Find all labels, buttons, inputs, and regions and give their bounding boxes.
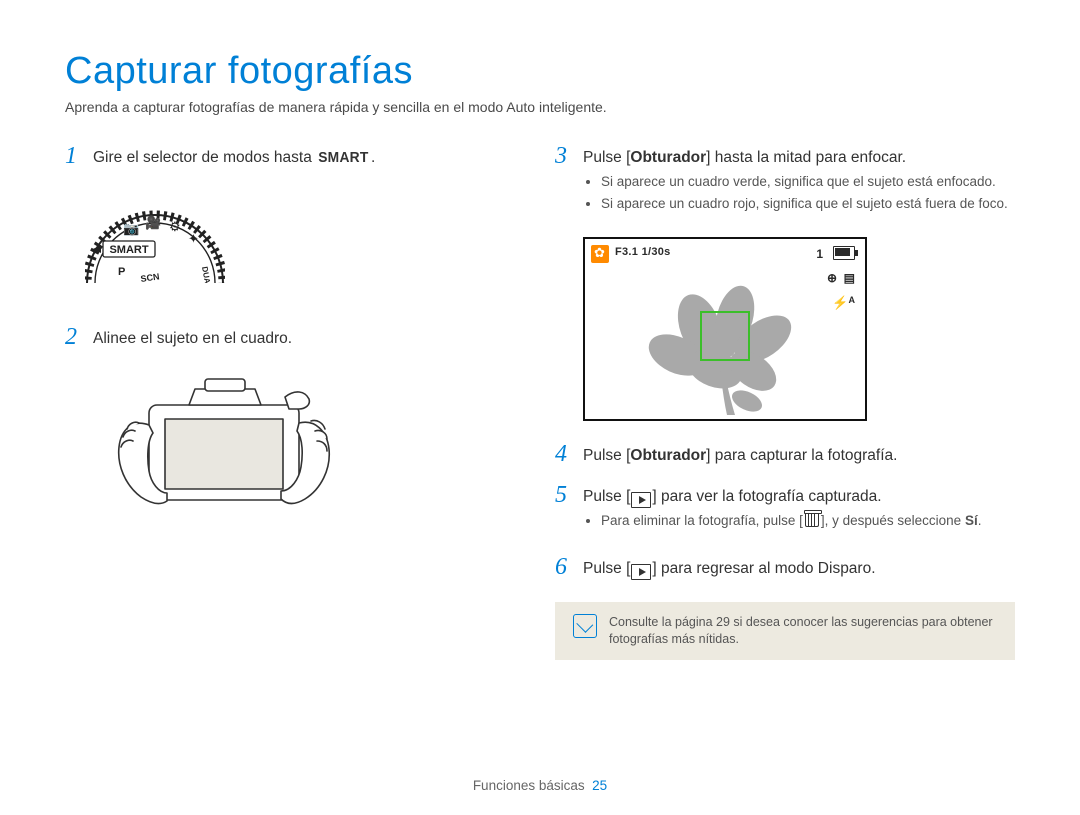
step-number: 3 [555, 143, 573, 223]
step-6: 6 Pulse [ ] para regresar al modo Disparo… [555, 554, 1015, 580]
step-5-pre: Pulse [ [583, 488, 630, 505]
camera-hold-figure [105, 365, 525, 535]
step-text: Alinee el sujeto en el cuadro. [93, 324, 292, 350]
page-title: Capturar fotografías [65, 50, 1015, 93]
step-3-bullet-2: Si aparece un cuadro rojo, significa que… [601, 195, 1008, 213]
lcd-preview-figure: F3.1 1/30s 1 ⊕ ▤ ⚡A [583, 237, 867, 421]
step-1: 1 Gire el selector de modos hasta SMART. [65, 143, 525, 169]
footer-page-number: 25 [592, 778, 607, 793]
step-text: Pulse [Obturador] para capturar la fotog… [583, 441, 897, 467]
step-5: 5 Pulse [ ] para ver la fotografía captur… [555, 482, 1015, 540]
exposure-values: F3.1 1/30s [615, 246, 671, 258]
step-5-post: ] para ver la fotografía capturada. [652, 488, 881, 505]
step-text: Gire el selector de modos hasta SMART. [93, 143, 375, 169]
trash-icon [805, 513, 819, 527]
tip-text: Consulte la página 29 si desea conocer l… [609, 614, 997, 648]
step-5-bul-pre: Para eliminar la fotografía, pulse [ [601, 513, 803, 528]
step-1-post: . [371, 149, 375, 166]
footer-section: Funciones básicas [473, 778, 585, 793]
mode-dial-figure: 📷 🎥 ⚙ ✦ SMART P SCN DUAL [85, 183, 525, 298]
svg-text:📷: 📷 [123, 221, 139, 236]
step-number: 4 [555, 441, 573, 467]
step-text: Pulse [Obturador] hasta la mitad para en… [583, 143, 1008, 223]
step-3-bullet-1: Si aparece un cuadro verde, significa qu… [601, 173, 1008, 191]
smart-label-inline: SMART [318, 147, 368, 168]
step-number: 2 [65, 324, 83, 350]
step-5-bul-end: . [978, 513, 982, 528]
zoom-icon: ⊕ [827, 271, 837, 285]
step-3-post: ] hasta la mitad para enfocar. [706, 149, 906, 166]
macro-mode-icon [591, 245, 609, 263]
right-column: 3 Pulse [Obturador] hasta la mitad para … [555, 143, 1015, 660]
step-text: Pulse [ ] para ver la fotografía capturad… [583, 482, 981, 540]
step-3-pre: Pulse [ [583, 149, 630, 166]
card-icon: ▤ [844, 271, 855, 285]
step-4-post: ] para capturar la fotografía. [706, 447, 897, 464]
step-3-bold: Obturador [630, 149, 706, 166]
step-text: Pulse [ ] para regresar al modo Disparo. [583, 554, 876, 580]
dial-smart-label: SMART [109, 244, 148, 256]
page-footer: Funciones básicas 25 [0, 778, 1080, 793]
step-4: 4 Pulse [Obturador] para capturar la fot… [555, 441, 1015, 467]
battery-icon [833, 246, 855, 260]
playback-icon [631, 492, 651, 508]
page-subtitle: Aprenda a capturar fotografías de manera… [65, 99, 1015, 115]
left-column: 1 Gire el selector de modos hasta SMART. [65, 143, 525, 660]
step-4-bold: Obturador [630, 447, 706, 464]
step-number: 6 [555, 554, 573, 580]
step-5-bul-mid: ], y después seleccione [821, 513, 965, 528]
svg-text:✦: ✦ [188, 231, 199, 246]
step-number: 1 [65, 143, 83, 169]
shots-remaining: 1 [816, 247, 823, 261]
tip-box: Consulte la página 29 si desea conocer l… [555, 602, 1015, 660]
svg-text:🎥: 🎥 [145, 215, 161, 230]
step-number: 5 [555, 482, 573, 540]
svg-text:P: P [118, 266, 125, 278]
step-6-pre: Pulse [ [583, 560, 630, 577]
step-5-bullet: Para eliminar la fotografía, pulse [ ], y… [601, 512, 981, 530]
step-5-bul-bold: Sí [965, 513, 978, 528]
playback-icon [631, 564, 651, 580]
svg-text:⚙: ⚙ [169, 219, 181, 234]
focus-square [700, 311, 750, 361]
step-2: 2 Alinee el sujeto en el cuadro. [65, 324, 525, 350]
step-1-pre: Gire el selector de modos hasta [93, 149, 316, 166]
step-6-post: ] para regresar al modo Disparo. [652, 560, 875, 577]
step-4-pre: Pulse [ [583, 447, 630, 464]
note-icon [573, 614, 597, 638]
flash-auto-icon: ⚡A [832, 295, 855, 311]
step-3: 3 Pulse [Obturador] hasta la mitad para … [555, 143, 1015, 223]
